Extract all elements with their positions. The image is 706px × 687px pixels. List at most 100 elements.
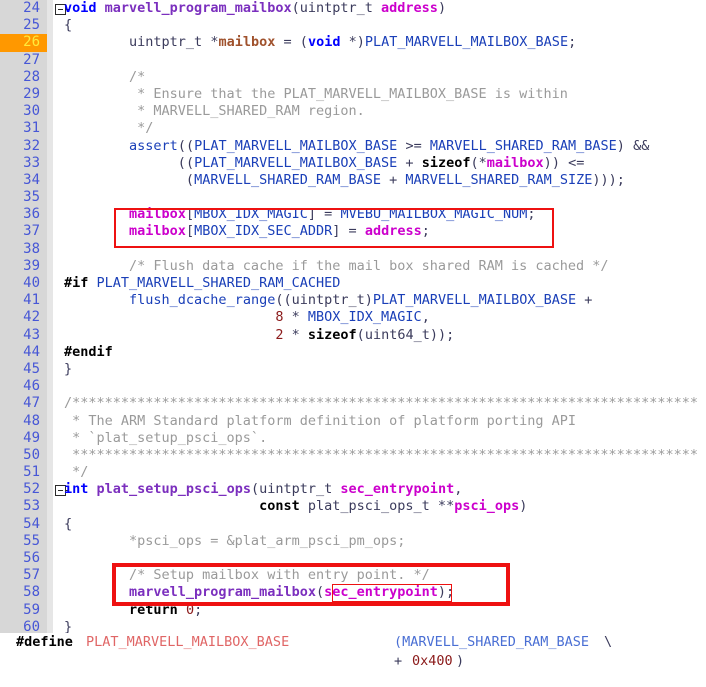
line-number: 44: [23, 343, 40, 360]
line-number: 54: [23, 515, 40, 532]
code-line[interactable]: 54 {: [0, 516, 706, 533]
code-line-text: ((PLAT_MARVELL_MAILBOX_BASE + sizeof(*ma…: [177, 154, 585, 171]
code-line[interactable]: 26 uintptr_t *mailbox = (void *)PLAT_MAR…: [0, 34, 706, 52]
code-line[interactable]: 56: [0, 550, 706, 567]
line-number: 53: [23, 498, 40, 515]
code-line[interactable]: 52 int plat_setup_psci_ops(uintptr_t sec_…: [0, 481, 706, 498]
code-line[interactable]: 57 /* Setup mailbox with entry point. */: [0, 567, 706, 584]
line-number: 30: [23, 103, 40, 120]
code-line-text: ****************************************…: [64, 446, 698, 463]
code-line-text: *psci_ops = &plat_arm_psci_pm_ops;: [64, 532, 406, 549]
define-directive: #define: [16, 634, 73, 650]
code-line[interactable]: 33 ((PLAT_MARVELL_MAILBOX_BASE + sizeof(…: [0, 155, 706, 172]
line-number: 39: [23, 257, 40, 274]
line-number: 50: [23, 446, 40, 463]
code-line[interactable]: 29 * Ensure that the PLAT_MARVELL_MAILBO…: [0, 86, 706, 103]
line-number: 37: [23, 223, 40, 240]
code-line[interactable]: 59 return 0;: [0, 602, 706, 619]
code-line[interactable]: 36 mailbox[MBOX_IDX_MAGIC] = MVEBU_MAILB…: [0, 206, 706, 223]
code-line[interactable]: 30 * MARVELL_SHARED_RAM region.: [0, 103, 706, 120]
define-close-paren: ): [456, 653, 465, 669]
code-line-text: * MARVELL_SHARED_RAM region.: [64, 103, 365, 120]
line-number: 34: [23, 171, 40, 188]
code-line-text: }: [64, 360, 73, 377]
code-line-text: const plat_psci_ops_t **psci_ops): [259, 498, 528, 515]
code-line-text: mailbox[MBOX_IDX_MAGIC] = MVEBU_MAILBOX_…: [129, 206, 536, 223]
code-line[interactable]: 45}: [0, 361, 706, 378]
code-line-text: 8 * MBOX_IDX_MAGIC,: [275, 309, 430, 326]
code-line[interactable]: 24 void marvell_program_mailbox(uintptr_t…: [0, 0, 706, 17]
define-preview-pane[interactable]: #define PLAT_MARVELL_MAILBOX_BASE (MARVE…: [0, 633, 706, 687]
code-line[interactable]: 34 (MARVELL_SHARED_RAM_BASE + MARVELL_SH…: [0, 172, 706, 189]
code-editor-screenshot: 24 void marvell_program_mailbox(uintptr_t…: [0, 0, 706, 687]
code-line[interactable]: 40 #if PLAT_MARVELL_SHARED_RAM_CACHED: [0, 275, 706, 292]
line-number: 38: [23, 240, 40, 257]
line-number: 36: [23, 206, 40, 223]
line-number: 48: [23, 412, 40, 429]
code-line-text: #endif: [64, 343, 113, 360]
line-number: 49: [23, 429, 40, 446]
code-line-text: marvell_program_mailbox(sec_entrypoint);: [129, 584, 455, 601]
define-continuation: \: [604, 634, 613, 650]
code-line[interactable]: 46: [0, 378, 706, 395]
code-line[interactable]: 50 *************************************…: [0, 447, 706, 464]
line-number: 47: [23, 395, 40, 412]
code-line[interactable]: 44 #endif: [0, 344, 706, 361]
define-row-2: + 0x400 ): [0, 652, 706, 671]
code-line[interactable]: 42 8 * MBOX_IDX_MAGIC,: [0, 309, 706, 326]
code-line[interactable]: 55 *psci_ops = &plat_arm_psci_pm_ops;: [0, 533, 706, 550]
define-hex-value: 0x400: [412, 653, 453, 669]
line-number: 32: [23, 137, 40, 154]
line-number: 45: [23, 360, 40, 377]
line-number: 28: [23, 68, 40, 85]
code-line[interactable]: 38: [0, 241, 706, 258]
code-line-text: int plat_setup_psci_ops(uintptr_t sec_en…: [64, 481, 463, 498]
code-line[interactable]: 47 /*************************************…: [0, 395, 706, 412]
code-line-text: mailbox[MBOX_IDX_SEC_ADDR] = address;: [129, 223, 430, 240]
code-line-text: #if PLAT_MARVELL_SHARED_RAM_CACHED: [64, 275, 341, 291]
code-line-text: void marvell_program_mailbox(uintptr_t a…: [64, 0, 447, 16]
code-line[interactable]: 53 const plat_psci_ops_t **psci_ops): [0, 498, 706, 515]
code-line[interactable]: 28 /*: [0, 69, 706, 86]
line-number: 43: [23, 326, 40, 343]
line-number: 59: [23, 601, 40, 618]
line-number: 46: [23, 378, 40, 395]
line-number: 24: [23, 0, 40, 16]
code-line[interactable]: 37 mailbox[MBOX_IDX_SEC_ADDR] = address;: [0, 223, 706, 240]
code-line-text: return 0;: [129, 601, 203, 618]
code-line[interactable]: 32 assert((PLAT_MARVELL_MAILBOX_BASE >= …: [0, 138, 706, 155]
line-number: 29: [23, 85, 40, 102]
code-line-text: * The ARM Standard platform definition o…: [64, 412, 577, 429]
line-number: 57: [23, 567, 40, 584]
line-number: 31: [23, 120, 40, 137]
define-plus-operator: +: [394, 653, 403, 669]
line-number: 51: [23, 464, 40, 481]
editor-pane[interactable]: 24 void marvell_program_mailbox(uintptr_t…: [0, 0, 706, 636]
code-line-text: * `plat_setup_psci_ops`.: [64, 429, 268, 446]
code-line-text: /***************************************…: [64, 395, 698, 412]
code-line-text: */: [64, 120, 154, 137]
code-line-text: /* Flush data cache if the mail box shar…: [64, 257, 609, 274]
line-number: 27: [23, 51, 40, 68]
code-line[interactable]: 49 * `plat_setup_psci_ops`.: [0, 430, 706, 447]
code-line[interactable]: 41 flush_dcache_range((uintptr_t)PLAT_MA…: [0, 292, 706, 309]
code-line[interactable]: 31 */: [0, 120, 706, 137]
code-line-text: 2 * sizeof(uint64_t));: [275, 326, 455, 343]
line-number: 40: [23, 275, 40, 291]
code-line[interactable]: 58 marvell_program_mailbox(sec_entrypoin…: [0, 584, 706, 601]
code-line[interactable]: 43 2 * sizeof(uint64_t));: [0, 327, 706, 344]
line-number: 52: [23, 481, 40, 498]
code-line[interactable]: 39 /* Flush data cache if the mail box s…: [0, 258, 706, 275]
code-line-text: /*: [64, 68, 146, 85]
code-line[interactable]: 51 */: [0, 464, 706, 481]
code-line[interactable]: 27: [0, 52, 706, 69]
code-line-text: * Ensure that the PLAT_MARVELL_MAILBOX_B…: [64, 85, 568, 102]
define-row-1: #define PLAT_MARVELL_MAILBOX_BASE (MARVE…: [0, 633, 706, 652]
code-line-text: /* Setup mailbox with entry point. */: [64, 567, 430, 584]
code-line[interactable]: 25 {: [0, 17, 706, 34]
line-number: 33: [23, 154, 40, 171]
code-line[interactable]: 35: [0, 189, 706, 206]
code-lines-container[interactable]: 24 void marvell_program_mailbox(uintptr_t…: [0, 0, 706, 636]
code-line-text: uintptr_t *mailbox = (void *)PLAT_MARVEL…: [129, 34, 577, 51]
code-line[interactable]: 48 * The ARM Standard platform definitio…: [0, 413, 706, 430]
